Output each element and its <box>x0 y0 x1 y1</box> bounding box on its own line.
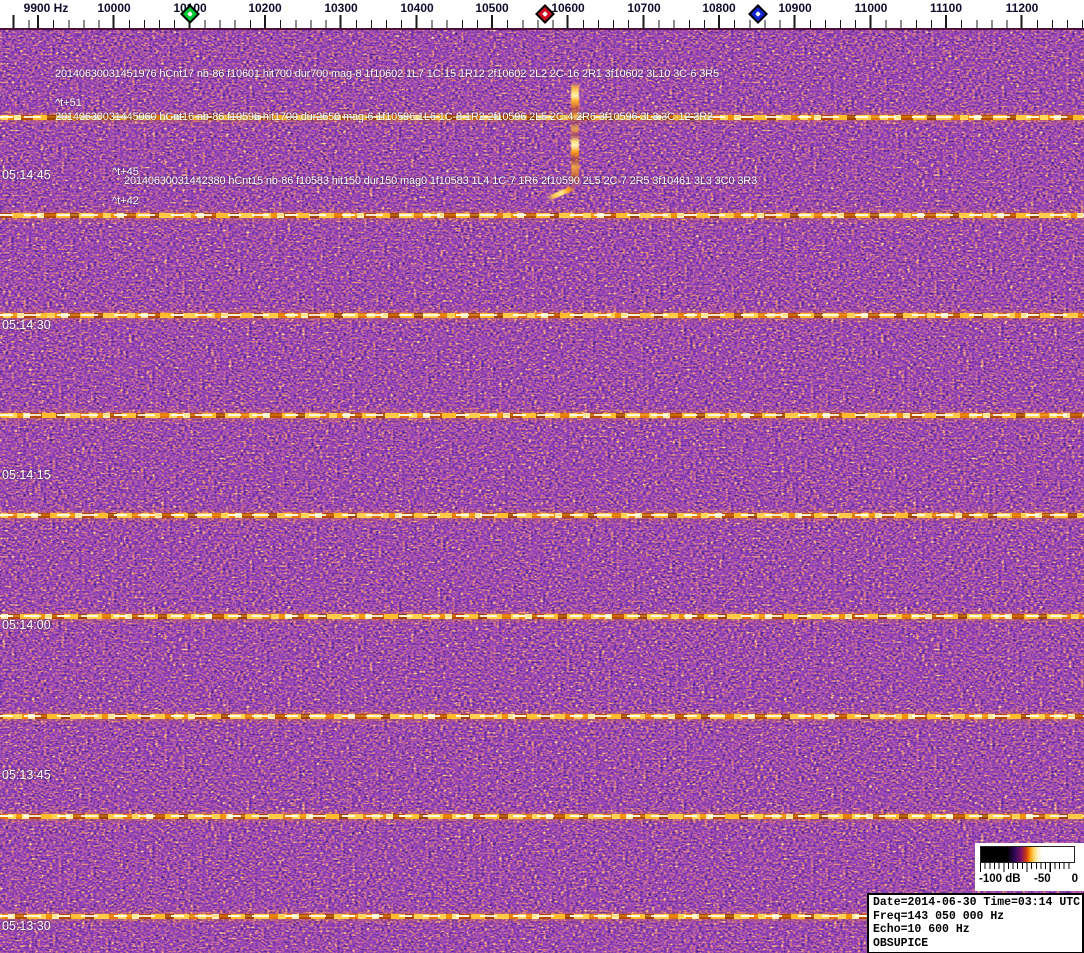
time-tick-label: 05:14:45 <box>2 168 51 182</box>
time-tick-label: 05:14:00 <box>2 618 51 632</box>
colorbar-label-min: -100 dB <box>979 873 1021 885</box>
freq-tick-label: 11200 <box>1005 1 1039 15</box>
freq-tick-label: 10300 <box>324 1 358 15</box>
info-date-time: Date=2014-06-30 Time=03:14 UTC <box>873 896 1081 909</box>
time-tick-label: 05:13:30 <box>2 919 51 933</box>
timing-line <box>0 814 1084 819</box>
timing-line <box>0 513 1084 518</box>
detection-annotation: 20140630031451976 hCnt17 nb-86 f10601 hi… <box>55 68 719 80</box>
freq-tick-label: 9900 Hz <box>23 1 69 15</box>
colorbar-label-max: 0 <box>1071 873 1078 885</box>
colorbar-legend: -100 dB -50 0 <box>975 843 1084 891</box>
detection-annotation: 20140630031445060 hCnt16 nb-86 f10596 hi… <box>55 111 713 123</box>
info-frequency: Freq=143 050 000 Hz <box>873 909 1005 923</box>
spectrogram-app: 9900 Hz 10000 10100 10200 10300 10400 10… <box>0 0 1084 953</box>
freq-tick-label: 10800 <box>702 1 736 15</box>
colorbar-ticks <box>980 863 1073 872</box>
timing-line <box>0 413 1084 418</box>
colorbar-label-mid: -50 <box>1034 873 1051 885</box>
freq-tick-label: 10400 <box>400 1 434 15</box>
timing-line <box>0 614 1084 619</box>
freq-tick-label: 10500 <box>475 1 509 15</box>
status-info-box: Date=2014-06-30 Time=03:14 UTC Freq=143 … <box>867 893 1084 953</box>
time-tick-label: 05:14:15 <box>2 468 51 482</box>
freq-tick-label: 10000 <box>97 1 131 15</box>
info-echo: Echo=10 600 Hz <box>873 923 970 936</box>
freq-tick-label: 11100 <box>929 1 963 15</box>
meteor-echo-streak <box>571 82 579 188</box>
spectrogram-canvas[interactable]: 20140630031451976 hCnt17 nb-86 f10601 hi… <box>0 30 1084 953</box>
freq-marker-diamond-blue[interactable] <box>748 4 768 24</box>
timing-line <box>0 714 1084 719</box>
freq-tick-label: 10900 <box>778 1 812 15</box>
freq-tick-label: 10200 <box>248 1 282 15</box>
frequency-axis[interactable]: 9900 Hz 10000 10100 10200 10300 10400 10… <box>0 0 1084 30</box>
timing-line <box>0 313 1084 318</box>
freq-tick-label: 10700 <box>627 1 661 15</box>
detection-time-tag: ^t+51 <box>55 97 82 109</box>
timing-line <box>0 213 1084 218</box>
info-station: OBSUPICE <box>873 936 929 950</box>
detection-annotation: 20140630031442380 hCnt15 nb-86 f10583 hi… <box>124 175 758 187</box>
freq-tick-label: 10600 <box>551 1 585 15</box>
detection-time-tag: ^t+42 <box>112 195 139 207</box>
freq-tick-label: 11000 <box>854 1 888 15</box>
time-tick-label: 05:14:30 <box>2 318 51 332</box>
time-tick-label: 05:13:45 <box>2 768 51 782</box>
colorbar-gradient <box>980 846 1075 863</box>
